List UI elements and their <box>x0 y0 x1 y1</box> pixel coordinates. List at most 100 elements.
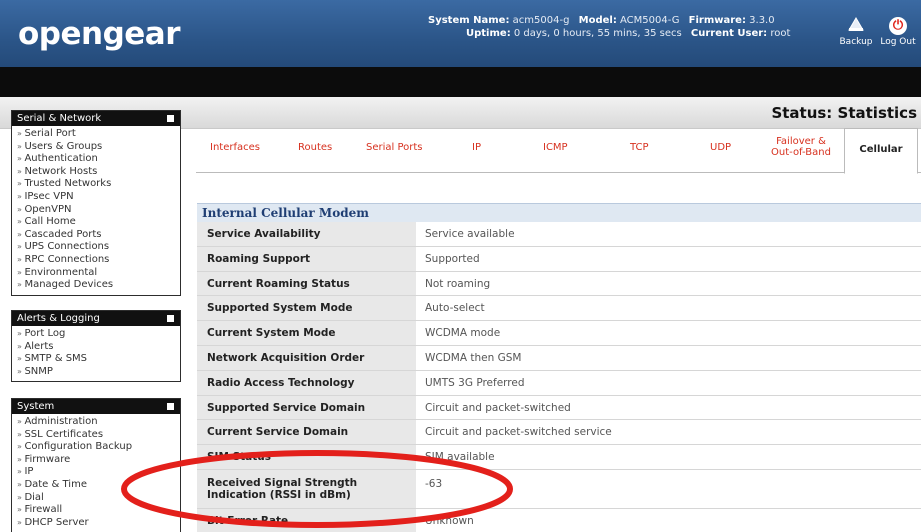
tab-routes[interactable]: Routes <box>298 142 332 153</box>
row-value: Supported <box>425 252 480 265</box>
tab-ip[interactable]: IP <box>472 142 481 153</box>
sidebar-panel-system: System Administration SSL Certificates C… <box>11 398 181 532</box>
table-row: Supported Service Domain Circuit and pac… <box>197 395 921 421</box>
sidebar-item-trusted-networks[interactable]: Trusted Networks <box>17 178 176 191</box>
sidebar-item-date-time[interactable]: Date & Time <box>17 479 176 492</box>
table-row: Current Service Domain Circuit and packe… <box>197 420 921 446</box>
row-value: Circuit and packet-switched <box>425 401 571 414</box>
sidebar-item-ups-connections[interactable]: UPS Connections <box>17 241 176 254</box>
row-value: SIM available <box>425 451 495 464</box>
sidebar-item-ssl-certificates[interactable]: SSL Certificates <box>17 429 176 442</box>
firmware-label: Firmware: <box>688 15 746 26</box>
backup-icon <box>838 15 874 37</box>
row-value: Auto-select <box>425 302 485 315</box>
opengear-logo: opengear <box>18 16 181 52</box>
row-label: Current Service Domain <box>197 420 417 445</box>
uptime-label: Uptime: <box>466 28 511 39</box>
system-name-value: acm5004-g <box>512 15 570 26</box>
row-label: Roaming Support <box>197 246 417 271</box>
sidebar-item-port-log[interactable]: Port Log <box>17 328 176 341</box>
section-title: Internal Cellular Modem <box>197 203 921 222</box>
sidebar-item-openvpn[interactable]: OpenVPN <box>17 204 176 217</box>
sidebar-item-dhcp-server[interactable]: DHCP Server <box>17 517 176 530</box>
cellular-status-table: Service Availability Service available R… <box>197 222 921 532</box>
row-label: Current Roaming Status <box>197 271 417 296</box>
row-value: Unknown <box>425 514 474 527</box>
minimize-icon[interactable] <box>167 315 174 322</box>
row-label: Received Signal Strength Indication (RSS… <box>197 469 417 508</box>
sidebar-item-ip[interactable]: IP <box>17 466 176 479</box>
row-label: Radio Access Technology <box>197 370 417 395</box>
statistics-tabs: Interfaces Routes Serial Ports IP ICMP T… <box>196 128 921 174</box>
page-title: Status: Statistics <box>771 104 917 122</box>
sidebar-item-ipsec-vpn[interactable]: IPsec VPN <box>17 191 176 204</box>
sidebar-item-serial-port[interactable]: Serial Port <box>17 128 176 141</box>
panel-header: Serial & Network <box>12 111 180 126</box>
tab-cellular[interactable]: Cellular <box>844 128 918 174</box>
row-value: Service available <box>425 228 515 240</box>
backup-button[interactable]: Backup <box>838 15 874 47</box>
system-info: System Name: acm5004-g Model: ACM5004-G … <box>428 14 796 40</box>
sidebar-item-administration[interactable]: Administration <box>17 416 176 429</box>
tab-failover-out-of-band[interactable]: Failover & Out-of-Band <box>766 136 836 158</box>
sidebar-item-firewall[interactable]: Firewall <box>17 504 176 517</box>
sidebar-item-alerts[interactable]: Alerts <box>17 341 176 354</box>
row-label: Supported System Mode <box>197 296 417 321</box>
nav-bar <box>0 67 921 97</box>
sidebar-item-smtp-sms[interactable]: SMTP & SMS <box>17 353 176 366</box>
row-label: SIM Status <box>197 445 417 469</box>
row-label: Service Availability <box>197 222 417 246</box>
tab-icmp[interactable]: ICMP <box>543 142 568 153</box>
sidebar-item-snmp[interactable]: SNMP <box>17 366 176 379</box>
tab-interfaces[interactable]: Interfaces <box>210 142 260 153</box>
table-row: Roaming Support Supported <box>197 246 921 272</box>
sidebar-item-call-home[interactable]: Call Home <box>17 216 176 229</box>
model-label: Model: <box>578 15 617 26</box>
table-row: Current System Mode WCDMA mode <box>197 321 921 346</box>
row-value: UMTS 3G Preferred <box>425 376 525 389</box>
row-label: Network Acquisition Order <box>197 345 417 370</box>
row-value: Not roaming <box>425 277 491 290</box>
table-row: SIM Status SIM available <box>197 445 921 470</box>
minimize-icon[interactable] <box>167 115 174 122</box>
row-value: Circuit and packet-switched service <box>425 426 612 439</box>
model-value: ACM5004-G <box>620 15 680 26</box>
top-header: opengear System Name: acm5004-g Model: A… <box>0 0 921 67</box>
panel-title: System <box>17 401 55 412</box>
power-icon: ⏻ <box>889 17 907 35</box>
table-row-rssi: Received Signal Strength Indication (RSS… <box>197 469 921 509</box>
row-value: WCDMA mode <box>425 327 501 340</box>
sidebar-item-network-hosts[interactable]: Network Hosts <box>17 166 176 179</box>
backup-label: Backup <box>839 37 873 47</box>
sidebar-item-configuration-backup[interactable]: Configuration Backup <box>17 441 176 454</box>
row-label: Supported Service Domain <box>197 395 417 420</box>
sidebar-item-firmware[interactable]: Firmware <box>17 454 176 467</box>
sidebar-item-cascaded-ports[interactable]: Cascaded Ports <box>17 229 176 242</box>
sidebar-item-users-groups[interactable]: Users & Groups <box>17 141 176 154</box>
minimize-icon[interactable] <box>167 403 174 410</box>
panel-title: Serial & Network <box>17 113 102 124</box>
table-row: Current Roaming Status Not roaming <box>197 271 921 297</box>
sidebar-item-authentication[interactable]: Authentication <box>17 153 176 166</box>
uptime-value: 0 days, 0 hours, 55 mins, 35 secs <box>513 28 682 39</box>
current-user-value: root <box>770 28 791 39</box>
table-row: Service Availability Service available <box>197 222 921 247</box>
logout-button[interactable]: ⏻ Log Out <box>880 15 916 47</box>
table-row: Network Acquisition Order WCDMA then GSM <box>197 345 921 371</box>
current-user-label: Current User: <box>690 28 768 39</box>
tab-tcp[interactable]: TCP <box>630 142 649 153</box>
tab-udp[interactable]: UDP <box>710 142 731 153</box>
logout-label: Log Out <box>880 37 916 47</box>
firmware-value: 3.3.0 <box>749 15 775 26</box>
panel-header: Alerts & Logging <box>12 311 180 326</box>
panel-title: Alerts & Logging <box>17 313 100 324</box>
sidebar-item-managed-devices[interactable]: Managed Devices <box>17 279 176 292</box>
tab-serial-ports[interactable]: Serial Ports <box>366 142 423 153</box>
sidebar-item-environmental[interactable]: Environmental <box>17 267 176 280</box>
row-label: Current System Mode <box>197 321 417 345</box>
row-value: -63 <box>425 477 443 490</box>
sidebar-panel-serial-network: Serial & Network Serial Port Users & Gro… <box>11 110 181 296</box>
sidebar-item-dial[interactable]: Dial <box>17 492 176 505</box>
row-label: Bit Error Rate <box>197 508 417 532</box>
sidebar-item-rpc-connections[interactable]: RPC Connections <box>17 254 176 267</box>
